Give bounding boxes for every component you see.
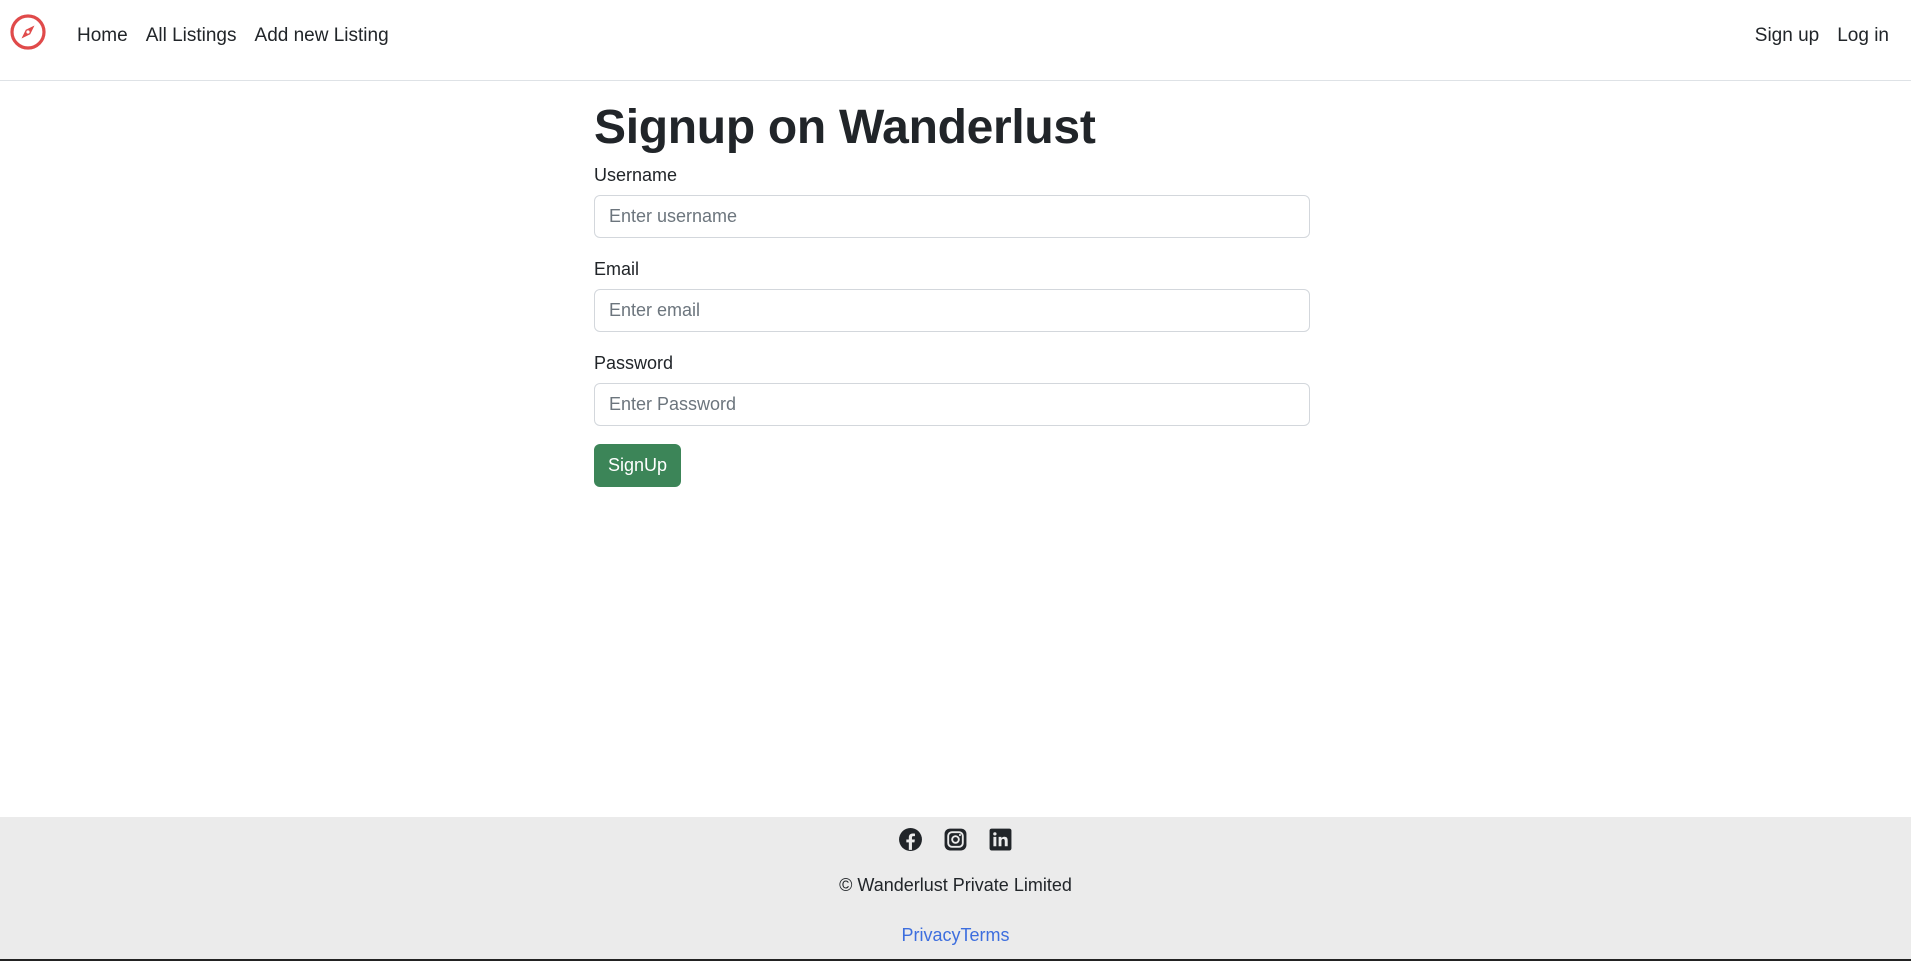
password-group: Password xyxy=(594,352,1310,426)
nav-link-all-listings[interactable]: All Listings xyxy=(146,25,237,47)
nav-link-sign-up[interactable]: Sign up xyxy=(1755,25,1819,47)
navbar: Home All Listings Add new Listing Sign u… xyxy=(0,0,1911,81)
password-label: Password xyxy=(594,353,674,373)
signup-form-container: Signup on Wanderlust Username Email Pass… xyxy=(594,98,1310,487)
nav-right-group: Sign up Log in xyxy=(1755,0,1889,71)
email-label: Email xyxy=(594,259,640,279)
nav-link-home[interactable]: Home xyxy=(77,25,128,47)
password-input[interactable] xyxy=(594,383,1310,426)
nav-link-add-new-listing[interactable]: Add new Listing xyxy=(255,25,389,47)
page-title: Signup on Wanderlust xyxy=(594,101,1096,154)
signup-button[interactable]: SignUp xyxy=(594,444,682,487)
nav-left-group: Home All Listings Add new Listing xyxy=(77,0,389,71)
username-label: Username xyxy=(594,165,678,185)
compass-icon[interactable] xyxy=(9,13,47,51)
instagram-icon[interactable] xyxy=(943,827,968,852)
social-links xyxy=(0,827,1911,852)
facebook-icon[interactable] xyxy=(898,827,923,852)
email-input[interactable] xyxy=(594,289,1310,332)
privacy-link[interactable]: Privacy xyxy=(901,925,960,945)
footer: © Wanderlust Private Limited PrivacyTerm… xyxy=(0,817,1911,961)
linkedin-icon[interactable] xyxy=(988,827,1013,852)
terms-link[interactable]: Terms xyxy=(961,925,1010,945)
submit-row: SignUp xyxy=(594,444,1310,487)
email-group: Email xyxy=(594,258,1310,332)
footer-links: PrivacyTerms xyxy=(0,925,1911,946)
copyright-text: © Wanderlust Private Limited xyxy=(839,875,1072,895)
username-input[interactable] xyxy=(594,195,1310,238)
username-group: Username xyxy=(594,164,1310,238)
nav-link-log-in[interactable]: Log in xyxy=(1837,25,1889,47)
